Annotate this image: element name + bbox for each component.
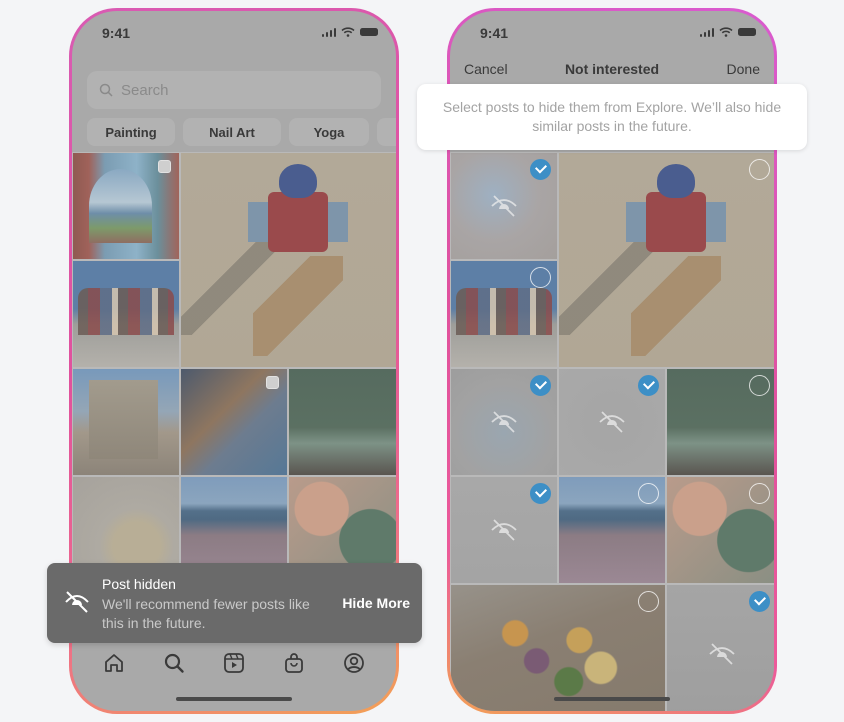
tile-group-friends[interactable]	[72, 260, 180, 368]
search-icon	[99, 83, 113, 97]
post-hidden-toast: Post hidden We'll recommend fewer posts …	[47, 563, 422, 643]
selection-checkbox[interactable]	[749, 159, 770, 180]
category-chips: Painting Nail Art Yoga Base	[87, 118, 396, 146]
tab-bar	[72, 651, 396, 681]
chip-base[interactable]: Base	[377, 118, 396, 146]
tile-coast[interactable]	[558, 476, 666, 584]
selection-checkbox[interactable]	[638, 483, 659, 504]
status-time: 9:41	[102, 25, 131, 41]
tile-dining-room[interactable]	[288, 368, 396, 476]
selection-checkbox[interactable]	[530, 159, 551, 180]
home-indicator	[176, 697, 292, 701]
selection-checkbox[interactable]	[749, 375, 770, 396]
wifi-icon	[719, 27, 733, 37]
tile-dancer[interactable]	[558, 152, 774, 368]
chip-yoga[interactable]: Yoga	[289, 118, 369, 146]
tile-dining-room[interactable]	[666, 368, 774, 476]
selection-checkbox[interactable]	[638, 591, 659, 612]
status-bar: 9:41	[72, 25, 396, 45]
multi-post-icon	[266, 376, 279, 389]
instruction-tooltip: Select posts to hide them from Explore. …	[417, 84, 807, 150]
tile-hidden-5[interactable]	[666, 584, 774, 711]
stage: 9:41 Painting Nail Art Yoga Base	[0, 0, 844, 722]
tile-roasted-veg[interactable]	[450, 584, 666, 711]
profile-icon[interactable]	[342, 651, 366, 675]
hide-more-button[interactable]: Hide More	[342, 595, 410, 611]
tile-lying-woman[interactable]	[180, 368, 288, 476]
eye-off-icon	[491, 195, 517, 217]
toast-title: Post hidden	[102, 576, 176, 592]
tile-hidden-1[interactable]	[450, 152, 558, 260]
battery-icon	[360, 28, 378, 36]
status-time: 9:41	[480, 25, 509, 41]
home-icon[interactable]	[102, 651, 126, 675]
tile-arch-balcony[interactable]	[72, 152, 180, 260]
eye-off-icon	[491, 411, 517, 433]
selection-checkbox[interactable]	[530, 267, 551, 288]
tile-hidden-2[interactable]	[450, 368, 558, 476]
toast-message: We'll recommend fewer posts like this in…	[102, 596, 310, 631]
eye-off-icon	[65, 591, 89, 613]
battery-icon	[738, 28, 756, 36]
tile-hidden-3[interactable]	[558, 368, 666, 476]
cancel-button[interactable]: Cancel	[464, 61, 508, 77]
done-button[interactable]: Done	[727, 61, 760, 77]
multi-post-icon	[158, 160, 171, 173]
search-input[interactable]	[121, 81, 321, 99]
status-bar: 9:41	[450, 25, 774, 45]
tile-dancer[interactable]	[180, 152, 396, 368]
home-indicator	[554, 697, 670, 701]
shopping-bag-icon[interactable]	[282, 651, 306, 675]
tile-monument[interactable]	[72, 368, 180, 476]
search-bar[interactable]	[87, 71, 381, 109]
selection-checkbox[interactable]	[638, 375, 659, 396]
eye-off-icon	[491, 519, 517, 541]
selection-checkbox[interactable]	[749, 591, 770, 612]
selection-checkbox[interactable]	[749, 483, 770, 504]
eye-off-icon	[708, 643, 735, 665]
search-icon[interactable]	[162, 651, 186, 675]
selection-checkbox[interactable]	[530, 483, 551, 504]
wifi-icon	[341, 27, 355, 37]
chip-painting[interactable]: Painting	[87, 118, 175, 146]
signal-icon	[699, 27, 714, 37]
tile-hidden-4[interactable]	[450, 476, 558, 584]
selection-checkbox[interactable]	[530, 375, 551, 396]
signal-icon	[321, 27, 336, 37]
tile-group-friends[interactable]	[450, 260, 558, 368]
reels-icon[interactable]	[222, 651, 246, 675]
eye-off-icon	[599, 411, 625, 433]
nav-header: Cancel Not interested Done	[450, 61, 774, 81]
chip-nail-art[interactable]: Nail Art	[183, 118, 281, 146]
tile-flowers[interactable]	[666, 476, 774, 584]
